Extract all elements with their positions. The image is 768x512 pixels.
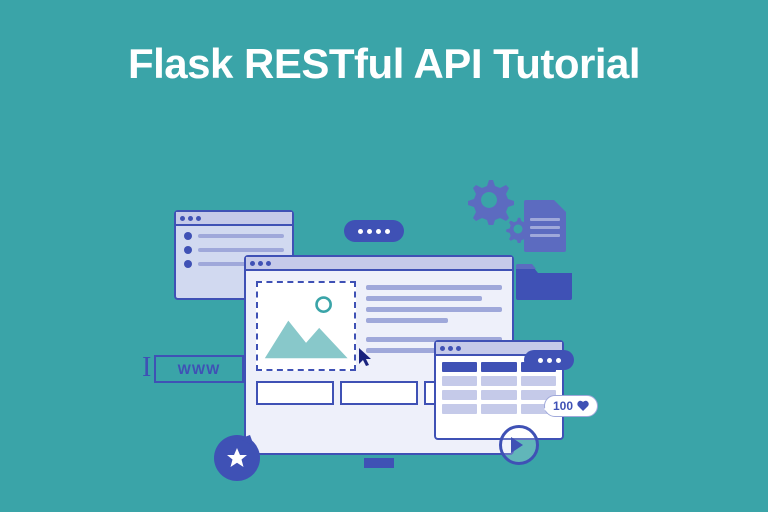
folder-icon [514, 260, 574, 300]
monitor-stand [364, 458, 394, 468]
like-count-value: 100 [553, 399, 573, 413]
chat-bubble-icon [344, 220, 404, 242]
heart-icon [577, 400, 589, 412]
star-badge-icon [214, 435, 260, 481]
play-button-icon [499, 425, 539, 465]
cursor-icon [359, 348, 375, 368]
chat-bubble-small-icon [524, 350, 574, 370]
web-dev-illustration: I WWW 100 [164, 200, 604, 500]
like-count-badge: 100 [544, 395, 598, 417]
www-label: WWW [154, 355, 244, 383]
image-placeholder-icon [256, 281, 356, 371]
text-cursor-icon: I [142, 352, 151, 384]
document-icon [524, 200, 566, 252]
page-title: Flask RESTful API Tutorial [0, 0, 768, 88]
